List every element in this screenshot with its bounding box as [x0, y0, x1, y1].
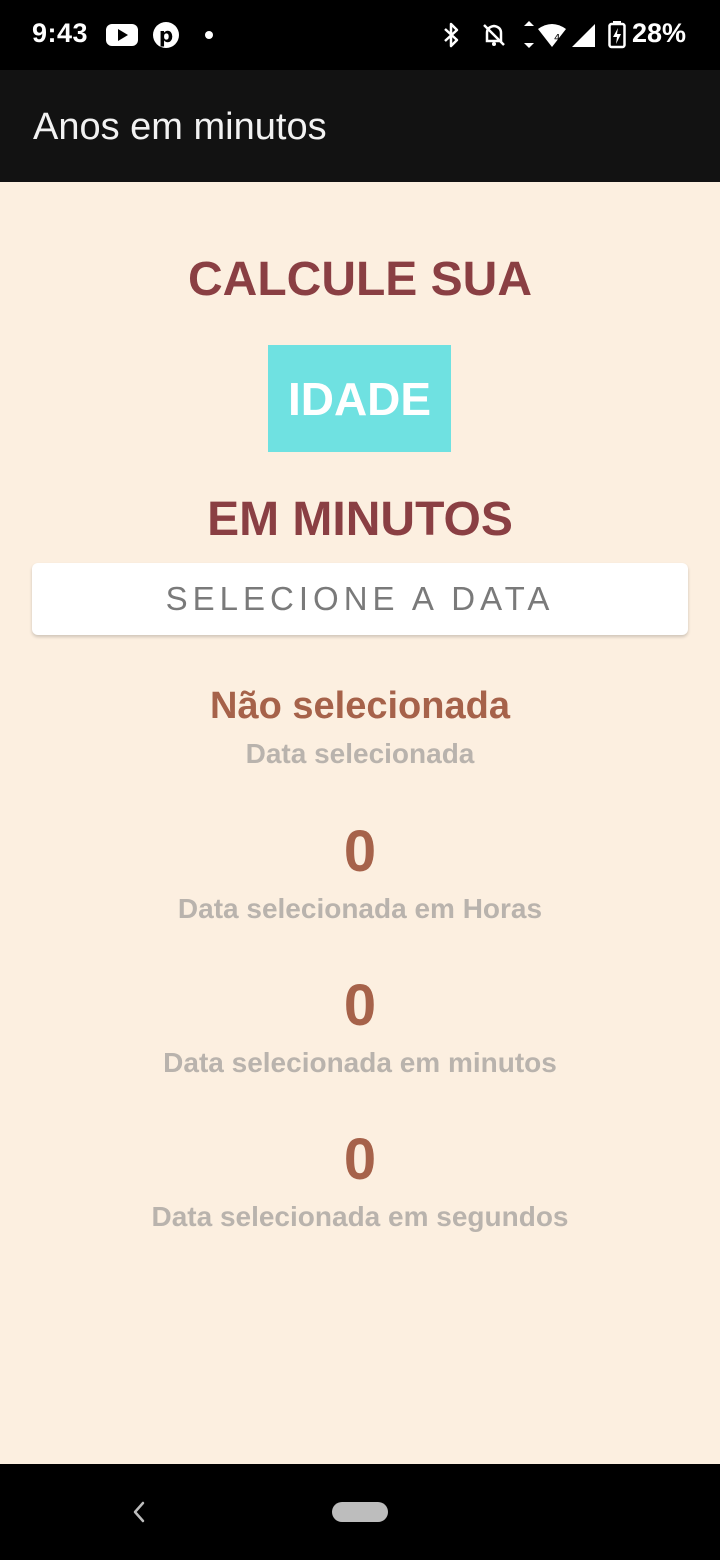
app-bar: Anos em minutos [0, 70, 720, 182]
mute-icon [480, 20, 508, 50]
home-pill-icon[interactable] [332, 1502, 388, 1522]
minutes-caption: Data selecionada em minutos [163, 1047, 557, 1078]
select-date-button[interactable]: SELECIONE A DATA [32, 563, 688, 635]
selected-date-value: Não selecionada [210, 685, 510, 727]
seconds-value: 0 [343, 1127, 377, 1192]
heading-calcule-sua: CALCULE SUA [188, 253, 532, 306]
seconds-caption: Data selecionada em segundos [151, 1201, 569, 1232]
hours-caption: Data selecionada em Horas [177, 893, 543, 924]
bluetooth-icon [442, 20, 462, 50]
select-date-label: SELECIONE A DATA [165, 580, 555, 617]
battery-percent: 28% [631, 18, 686, 48]
youtube-icon [106, 20, 138, 50]
hours-value: 0 [343, 819, 377, 884]
back-icon[interactable] [124, 1494, 154, 1530]
wifi-icon: 4 [518, 20, 568, 50]
minutes-value: 0 [343, 973, 377, 1038]
signal-icon [570, 20, 596, 50]
svg-text:p: p [159, 23, 173, 47]
idade-highlight: IDADE [268, 345, 451, 452]
selected-date-caption: Data selecionada [245, 738, 475, 769]
heading-em-minutos: EM MINUTOS [207, 493, 513, 546]
battery-icon [608, 20, 626, 50]
pinterest-icon: p [152, 20, 180, 50]
dot-icon [204, 20, 214, 50]
main-content: CALCULE SUA IDADE EM MINUTOS SELECIONE A… [0, 182, 720, 1464]
app-title: Anos em minutos [33, 106, 327, 148]
idade-label: IDADE [287, 372, 432, 425]
svg-text:4: 4 [554, 33, 560, 44]
status-time: 9:43 [32, 18, 89, 48]
status-bar: 9:43 p 4 28% [0, 0, 720, 70]
